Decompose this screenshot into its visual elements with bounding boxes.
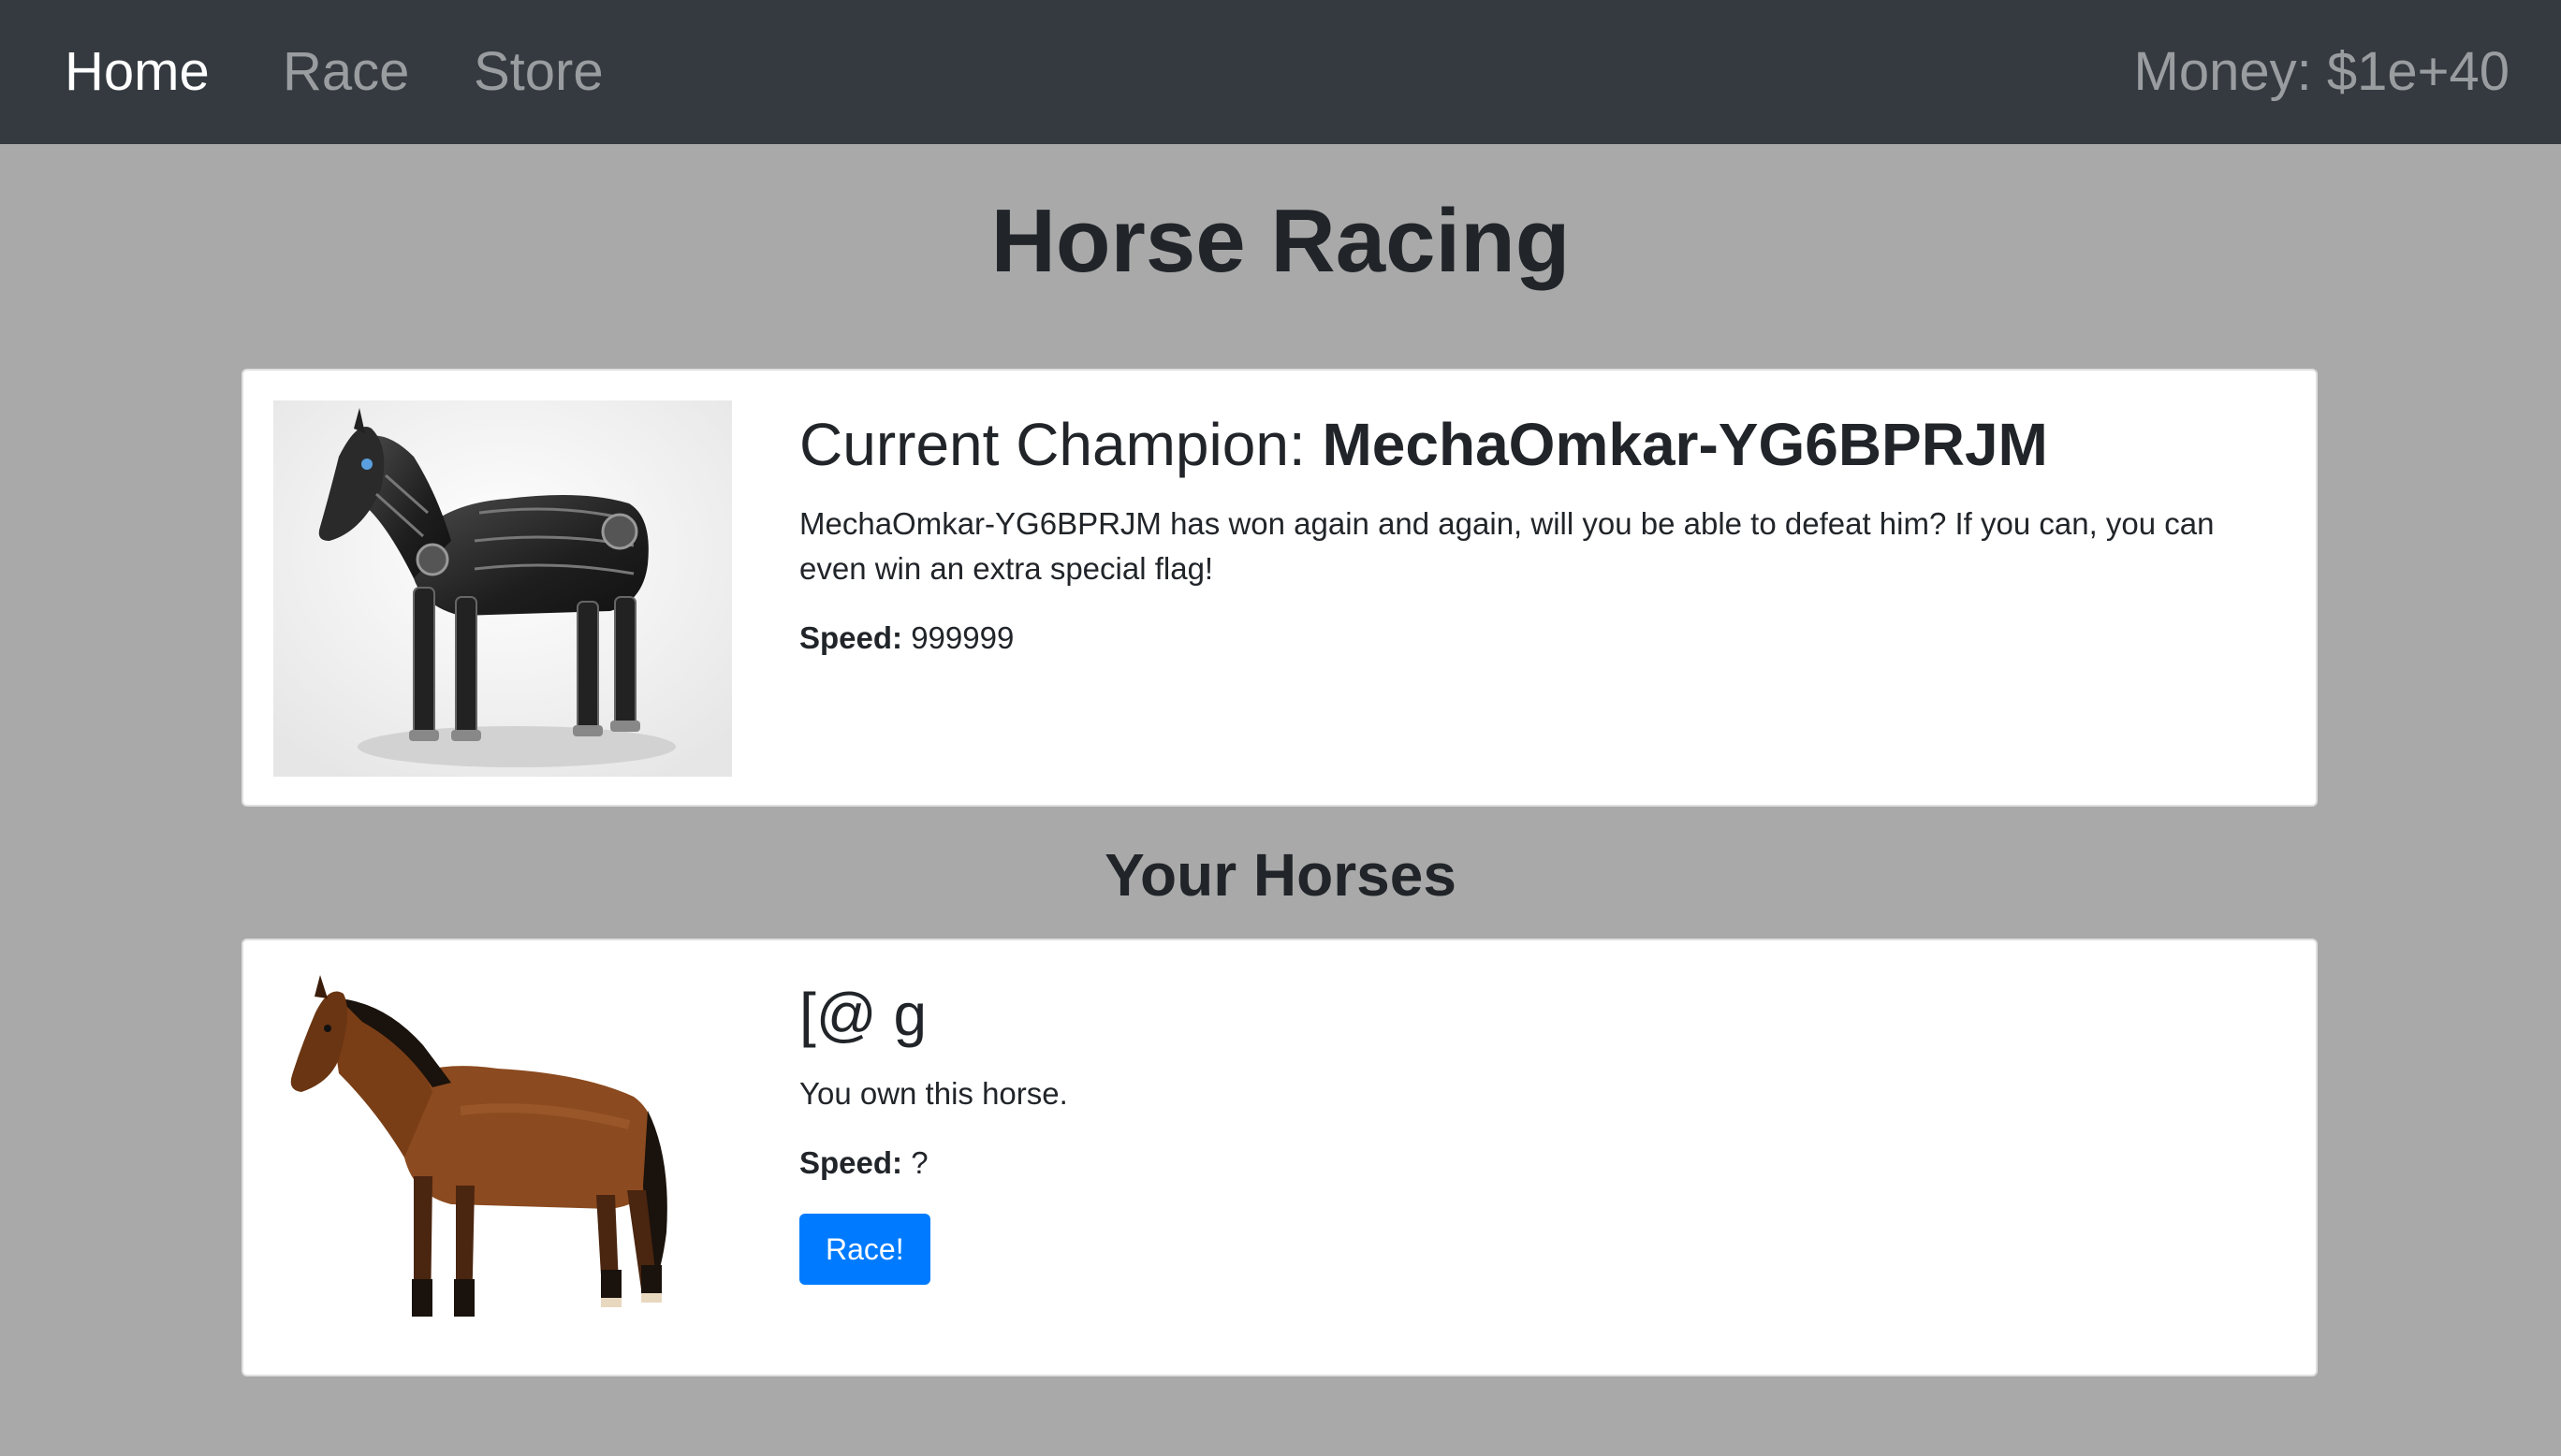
horse-speed-label: Speed:: [799, 1145, 903, 1180]
nav-store-link[interactable]: Store: [474, 36, 604, 109]
champion-speed-label: Speed:: [799, 620, 903, 655]
race-button[interactable]: Race!: [799, 1214, 930, 1285]
page-title: Horse Racing: [990, 191, 1571, 291]
champion-speed-value: 999999: [911, 620, 1015, 655]
horse-speed-value: ?: [911, 1145, 929, 1180]
nav-home-link[interactable]: Home: [65, 36, 210, 109]
champion-title: Current Champion: MechaOmkar-YG6BPRJM: [799, 408, 2278, 481]
robot-horse-image: [273, 400, 732, 777]
champion-title-prefix: Current Champion:: [799, 411, 1323, 478]
money-display: Money: $1e+40: [2133, 41, 2510, 102]
champion-description: MechaOmkar-YG6BPRJM has won again and ag…: [799, 506, 2215, 586]
navbar: Home Race Store Money: $1e+40: [0, 0, 2561, 144]
champion-card: Current Champion: MechaOmkar-YG6BPRJM Me…: [241, 369, 2318, 807]
champion-speed: Speed: 999999: [799, 616, 2278, 661]
champion-name: MechaOmkar-YG6BPRJM: [1322, 411, 2048, 478]
horse-speed: Speed: ?: [799, 1141, 2278, 1186]
bay-horse-image: [273, 970, 732, 1347]
horse-name: [@ g: [799, 981, 928, 1048]
nav-race-link[interactable]: Race: [283, 36, 409, 109]
your-horses-title: Your Horses: [1105, 841, 1456, 909]
champion-card-body: Current Champion: MechaOmkar-YG6BPRJM Me…: [799, 408, 2278, 661]
horse-card-body: [@ g You own this horse. Speed: ? Race!: [799, 978, 2278, 1285]
horse-card: [@ g You own this horse. Speed: ? Race!: [241, 939, 2318, 1376]
horse-description: You own this horse.: [799, 1076, 1068, 1111]
